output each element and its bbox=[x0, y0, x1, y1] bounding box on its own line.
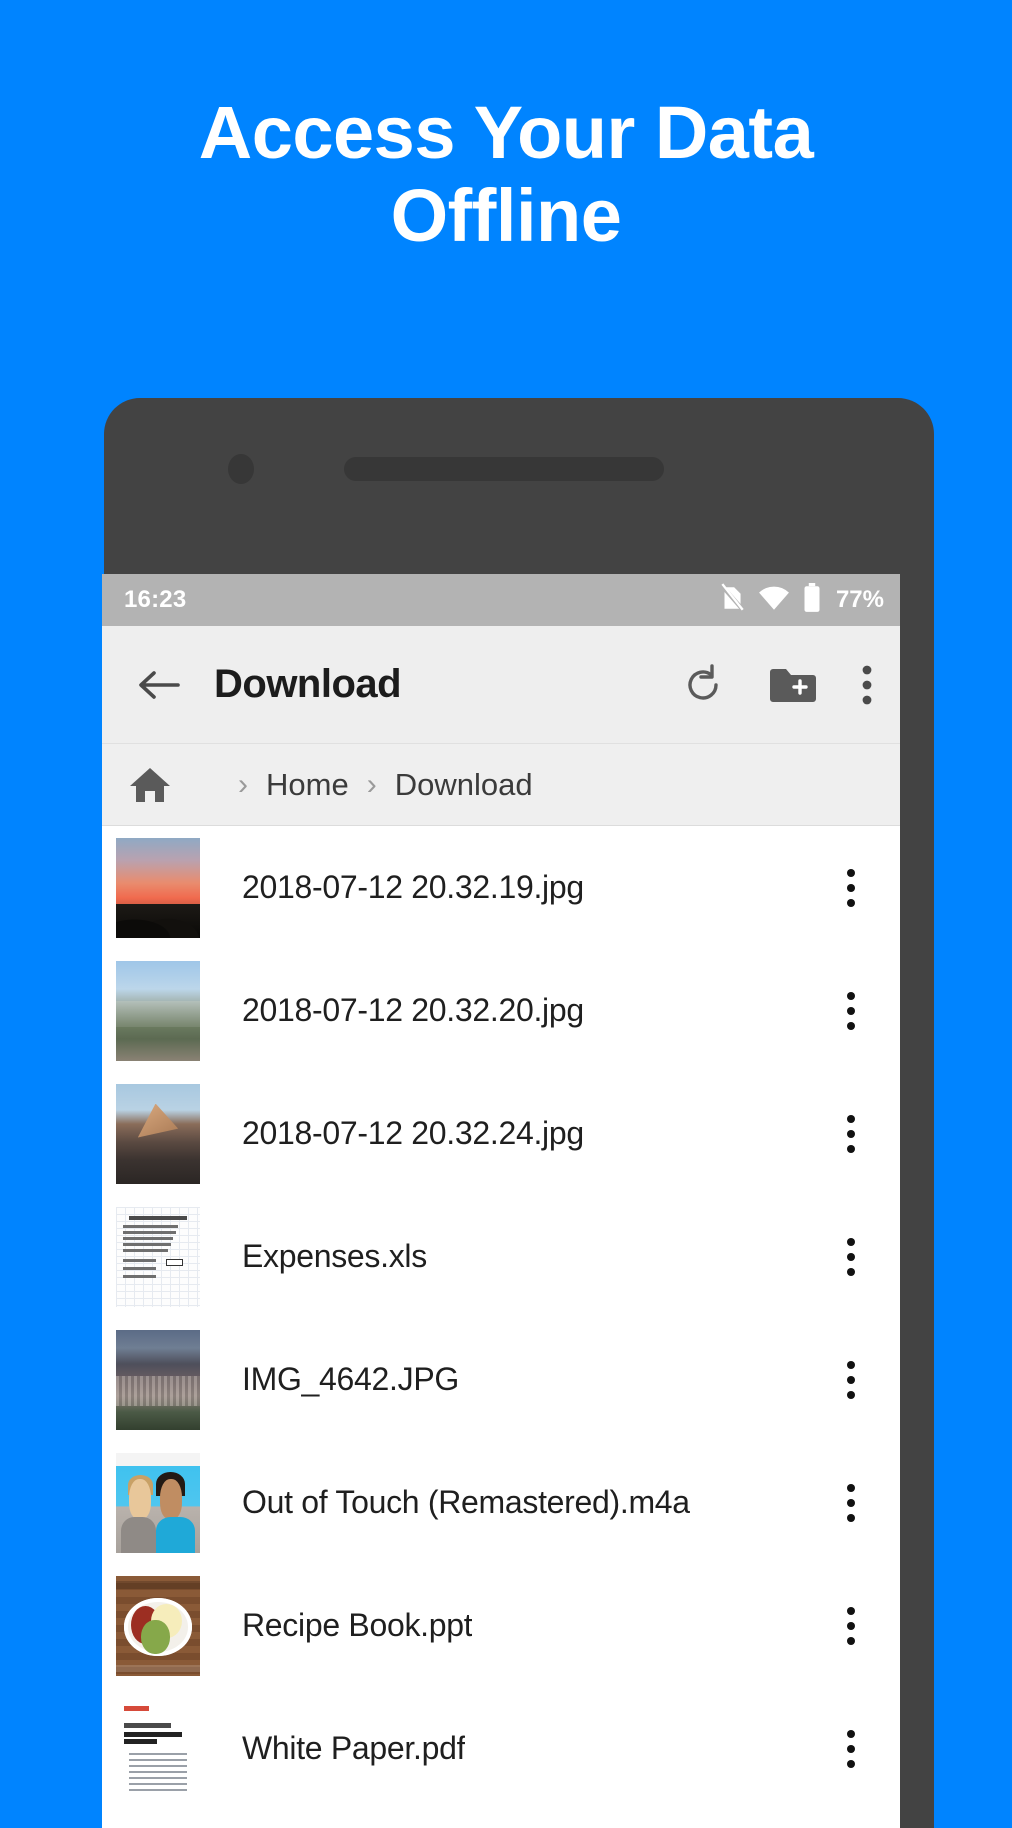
row-overflow-menu-button[interactable] bbox=[828, 1349, 874, 1411]
more-vertical-icon bbox=[847, 1021, 855, 1030]
headline-line-1: Access Your Data bbox=[198, 91, 814, 174]
file-name-label: Out of Touch (Remastered).m4a bbox=[242, 1484, 690, 1520]
status-time: 16:23 bbox=[124, 586, 187, 613]
file-thumbnail bbox=[116, 1452, 200, 1553]
file-row[interactable]: Expenses.xls bbox=[102, 1195, 900, 1318]
file-thumbnail bbox=[116, 837, 200, 938]
more-vertical-icon bbox=[847, 1513, 855, 1522]
file-name-label: White Paper.pdf bbox=[242, 1730, 466, 1766]
toolbar-actions bbox=[682, 663, 874, 706]
file-thumbnail bbox=[116, 960, 200, 1061]
more-vertical-icon bbox=[847, 868, 855, 877]
row-overflow-menu-button[interactable] bbox=[828, 857, 874, 919]
earpiece-speaker bbox=[344, 457, 664, 481]
battery-icon bbox=[803, 582, 821, 618]
more-vertical-icon bbox=[847, 1759, 855, 1768]
back-arrow-icon[interactable] bbox=[130, 667, 186, 703]
more-vertical-icon bbox=[847, 1114, 855, 1123]
front-camera-icon bbox=[228, 454, 254, 484]
toolbar-title: Download bbox=[214, 662, 402, 706]
more-vertical-icon bbox=[847, 1144, 855, 1153]
app-toolbar: Download bbox=[102, 626, 900, 744]
file-name-label: 2018-07-12 20.32.24.jpg bbox=[242, 1115, 584, 1151]
file-name-label: 2018-07-12 20.32.19.jpg bbox=[242, 869, 584, 905]
breadcrumb: › Home › Download bbox=[102, 744, 900, 826]
row-overflow-menu-button[interactable] bbox=[828, 980, 874, 1042]
row-overflow-menu-button[interactable] bbox=[828, 1472, 874, 1534]
file-row[interactable]: 2018-07-12 20.32.19.jpg bbox=[102, 826, 900, 949]
breadcrumb-separator: › bbox=[366, 767, 377, 801]
file-row[interactable]: Out of Touch (Remastered).m4a bbox=[102, 1441, 900, 1564]
more-vertical-icon bbox=[847, 1267, 855, 1276]
row-overflow-menu-button[interactable] bbox=[828, 1718, 874, 1780]
more-vertical-icon bbox=[847, 1006, 855, 1015]
wifi-icon bbox=[758, 585, 790, 616]
headline-line-2: Offline bbox=[390, 173, 622, 257]
no-sim-icon bbox=[719, 582, 746, 618]
breadcrumb-separator: › bbox=[238, 767, 248, 801]
more-vertical-icon bbox=[847, 991, 855, 1000]
status-bar: 16:23 77% bbox=[102, 574, 900, 626]
more-vertical-icon bbox=[847, 1498, 855, 1507]
more-vertical-icon bbox=[847, 1606, 855, 1615]
file-name-label: 2018-07-12 20.32.20.jpg bbox=[242, 992, 584, 1028]
more-vertical-icon bbox=[847, 1129, 855, 1138]
more-vertical-icon[interactable] bbox=[860, 664, 874, 706]
more-vertical-icon bbox=[847, 1375, 855, 1384]
more-vertical-icon bbox=[847, 1483, 855, 1492]
more-vertical-icon bbox=[847, 1390, 855, 1399]
file-row[interactable]: 2018-07-12 20.32.20.jpg bbox=[102, 949, 900, 1072]
file-thumbnail bbox=[116, 1575, 200, 1676]
file-thumbnail bbox=[116, 1329, 200, 1430]
more-vertical-icon bbox=[847, 1237, 855, 1246]
row-overflow-menu-button[interactable] bbox=[828, 1226, 874, 1288]
refresh-icon[interactable] bbox=[682, 663, 724, 706]
more-vertical-icon bbox=[847, 1729, 855, 1738]
more-vertical-icon bbox=[847, 1360, 855, 1369]
more-vertical-icon bbox=[847, 1744, 855, 1753]
new-folder-icon[interactable] bbox=[768, 665, 816, 705]
file-thumbnail bbox=[116, 1206, 200, 1307]
more-vertical-icon bbox=[847, 1621, 855, 1630]
breadcrumb-item-home[interactable]: Home bbox=[266, 767, 349, 803]
battery-percent-label: 77% bbox=[835, 586, 884, 613]
file-row[interactable]: IMG_4642.JPG bbox=[102, 1318, 900, 1441]
file-row[interactable]: 2018-07-12 20.32.24.jpg bbox=[102, 1072, 900, 1195]
file-thumbnail bbox=[116, 1698, 200, 1799]
more-vertical-icon bbox=[847, 1252, 855, 1261]
status-indicators: 77% bbox=[719, 582, 884, 618]
file-row[interactable]: White Paper.pdf bbox=[102, 1687, 900, 1810]
row-overflow-menu-button[interactable] bbox=[828, 1595, 874, 1657]
more-vertical-icon bbox=[847, 1636, 855, 1645]
phone-screen: 16:23 77% Download › Home › Download 201… bbox=[102, 574, 900, 1828]
phone-mockup: 16:23 77% Download › Home › Download 201… bbox=[102, 398, 934, 1828]
file-thumbnail bbox=[116, 1083, 200, 1184]
more-vertical-icon bbox=[847, 883, 855, 892]
home-icon[interactable] bbox=[128, 765, 172, 805]
file-list: 2018-07-12 20.32.19.jpg 2018-07-12 20.32.… bbox=[102, 826, 900, 1810]
file-name-label: IMG_4642.JPG bbox=[242, 1361, 459, 1397]
file-name-label: Recipe Book.ppt bbox=[242, 1607, 473, 1643]
page-title: Access Your Data Offline bbox=[0, 91, 1012, 258]
breadcrumb-item-download[interactable]: Download bbox=[395, 767, 533, 803]
more-vertical-icon bbox=[847, 898, 855, 907]
row-overflow-menu-button[interactable] bbox=[828, 1103, 874, 1165]
file-row[interactable]: Recipe Book.ppt bbox=[102, 1564, 900, 1687]
file-name-label: Expenses.xls bbox=[242, 1238, 427, 1274]
